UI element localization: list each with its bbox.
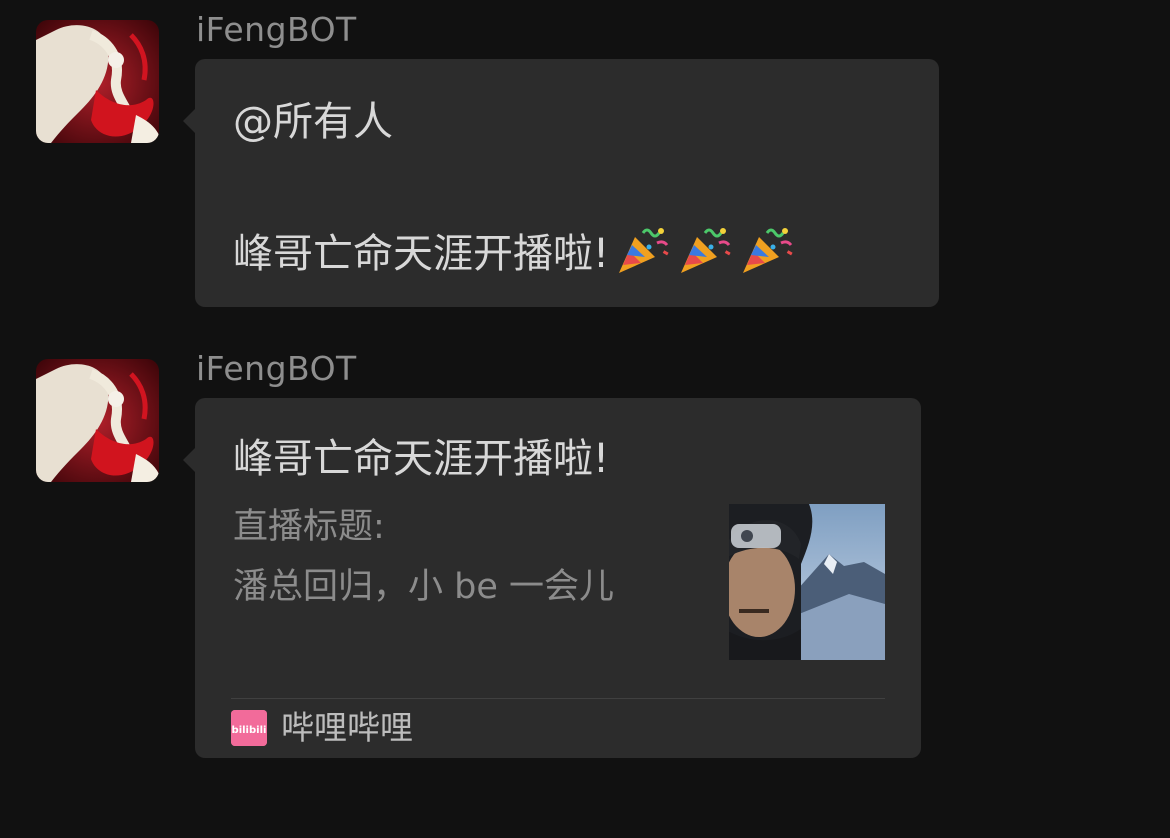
card-title: 峰哥亡命天涯开播啦! [233,436,610,482]
bilibili-icon: bilibili [231,710,267,746]
card-subtitle-value: 潘总回归，小 be 一会儿 [233,567,615,607]
sender-name: iFengBOT [196,10,357,49]
svg-text:bilibili: bilibili [232,725,267,736]
sender-name: iFengBOT [196,349,357,388]
party-popper-icon [739,223,795,275]
message-bubble[interactable]: @所有人 峰哥亡命天涯开播啦! [183,59,939,307]
card-source-name: 哔哩哔哩 [281,708,413,747]
mention-text[interactable]: @所有人 [233,97,393,147]
card-subtitle-label: 直播标题: [233,507,385,547]
message-text: 峰哥亡命天涯开播啦! [233,231,610,277]
bubble-tail [183,109,195,133]
card-divider [231,698,885,699]
link-card[interactable]: 峰哥亡命天涯开播啦! 直播标题: 潘总回归，小 be 一会儿 bilibili … [183,398,921,758]
avatar-image [36,20,159,143]
bubble-tail [183,448,195,472]
avatar-image [36,359,159,482]
avatar[interactable] [36,359,159,482]
card-thumbnail [729,504,885,660]
party-popper-icon [615,223,671,275]
party-popper-icon [677,223,733,275]
avatar[interactable] [36,20,159,143]
message-text-line: 峰哥亡命天涯开播啦! [233,223,795,279]
